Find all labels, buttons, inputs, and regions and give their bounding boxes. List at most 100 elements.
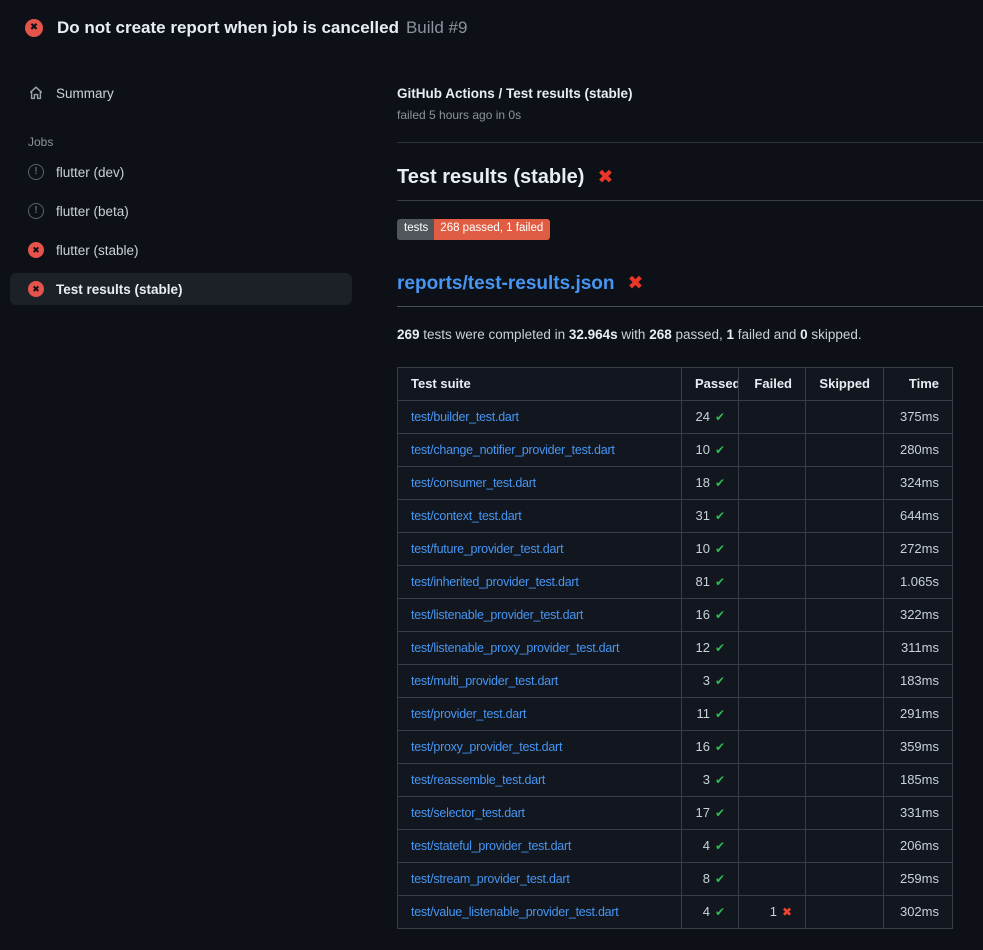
skipped-value — [806, 796, 884, 829]
test-suite-link[interactable]: test/value_listenable_provider_test.dart — [411, 905, 619, 919]
table-row: test/builder_test.dart 24✔ 375ms — [398, 400, 953, 433]
time-value: 324ms — [884, 466, 953, 499]
table-row: test/provider_test.dart 11✔ 291ms — [398, 697, 953, 730]
time-value: 311ms — [884, 631, 953, 664]
cancelled-icon: ! — [28, 203, 44, 219]
sidebar-item-label: flutter (beta) — [56, 204, 129, 219]
summary-text: failed and — [734, 327, 800, 342]
table-row: test/context_test.dart 31✔ 644ms — [398, 499, 953, 532]
check-icon: ✔ — [715, 575, 725, 589]
skipped-value — [806, 664, 884, 697]
tests-badge: tests 268 passed, 1 failed — [397, 219, 550, 240]
table-row: test/inherited_provider_test.dart 81✔ 1.… — [398, 565, 953, 598]
table-row: test/value_listenable_provider_test.dart… — [398, 895, 953, 928]
check-icon: ✔ — [715, 608, 725, 622]
report-heading: reports/test-results.json ✖ — [397, 273, 983, 307]
table-header-row: Test suite Passed Failed Skipped Time — [398, 367, 953, 400]
skipped-value — [806, 499, 884, 532]
check-icon: ✔ — [715, 707, 725, 721]
check-icon: ✔ — [715, 641, 725, 655]
table-row: test/stream_provider_test.dart 8✔ 259ms — [398, 862, 953, 895]
passed-value: 4 — [703, 904, 710, 919]
run-title: Do not create report when job is cancell… — [57, 18, 399, 38]
check-icon: ✔ — [715, 509, 725, 523]
test-suite-link[interactable]: test/proxy_provider_test.dart — [411, 740, 562, 754]
test-suite-link[interactable]: test/consumer_test.dart — [411, 476, 536, 490]
time-value: 183ms — [884, 664, 953, 697]
sidebar-item-test-results-stable[interactable]: ✖ Test results (stable) — [10, 273, 352, 305]
time-value: 331ms — [884, 796, 953, 829]
table-row: test/listenable_provider_test.dart 16✔ 3… — [398, 598, 953, 631]
skipped-value — [806, 730, 884, 763]
sidebar-item-label: Summary — [56, 86, 114, 101]
passed-value: 3 — [703, 772, 710, 787]
summary-text: with — [618, 327, 650, 342]
time-value: 272ms — [884, 532, 953, 565]
column-header-time: Time — [884, 367, 953, 400]
total-count: 269 — [397, 327, 420, 342]
skipped-value — [806, 466, 884, 499]
table-row: test/proxy_provider_test.dart 16✔ 359ms — [398, 730, 953, 763]
passed-value: 4 — [703, 838, 710, 853]
skipped-value — [806, 895, 884, 928]
test-suite-link[interactable]: test/change_notifier_provider_test.dart — [411, 443, 615, 457]
time-value: 302ms — [884, 895, 953, 928]
skipped-value — [806, 532, 884, 565]
skipped-value — [806, 829, 884, 862]
skipped-value — [806, 400, 884, 433]
skipped-value — [806, 763, 884, 796]
time-value: 206ms — [884, 829, 953, 862]
test-suite-link[interactable]: test/stream_provider_test.dart — [411, 872, 570, 886]
test-suite-link[interactable]: test/inherited_provider_test.dart — [411, 575, 579, 589]
column-header-passed: Passed — [682, 367, 739, 400]
sidebar-item-flutter-dev[interactable]: ! flutter (dev) — [10, 156, 352, 188]
test-suite-link[interactable]: test/listenable_provider_test.dart — [411, 608, 583, 622]
test-suite-link[interactable]: test/reassemble_test.dart — [411, 773, 545, 787]
jobs-section-label: Jobs — [28, 135, 380, 149]
table-row: test/reassemble_test.dart 3✔ 185ms — [398, 763, 953, 796]
skipped-value — [806, 631, 884, 664]
time-value: 375ms — [884, 400, 953, 433]
test-suite-link[interactable]: test/provider_test.dart — [411, 707, 526, 721]
passed-value: 17 — [695, 805, 709, 820]
sidebar-item-flutter-stable[interactable]: ✖ flutter (stable) — [10, 234, 352, 266]
sidebar-item-flutter-beta[interactable]: ! flutter (beta) — [10, 195, 352, 227]
passed-value: 10 — [695, 541, 709, 556]
column-header-failed: Failed — [739, 367, 806, 400]
x-glyph: ✖ — [30, 23, 38, 33]
section-title: Test results (stable) — [397, 166, 584, 189]
passed-value: 10 — [695, 442, 709, 457]
column-header-skipped: Skipped — [806, 367, 884, 400]
passed-value: 31 — [695, 508, 709, 523]
run-status-text: failed 5 hours ago in 0s — [397, 108, 983, 122]
sidebar-item-label: flutter (stable) — [56, 243, 139, 258]
time-value: 291ms — [884, 697, 953, 730]
test-suite-link[interactable]: test/future_provider_test.dart — [411, 542, 563, 556]
skipped-value — [806, 565, 884, 598]
section-heading: Test results (stable) ✖ — [397, 166, 983, 201]
test-summary-text: 269 tests were completed in 32.964s with… — [397, 327, 983, 342]
check-icon: ✔ — [715, 410, 725, 424]
failed-value: 1 — [770, 904, 777, 919]
report-file-link[interactable]: reports/test-results.json — [397, 273, 615, 295]
time-value: 322ms — [884, 598, 953, 631]
test-suite-link[interactable]: test/context_test.dart — [411, 509, 522, 523]
sidebar-item-label: Test results (stable) — [56, 282, 183, 297]
table-row: test/change_notifier_provider_test.dart … — [398, 433, 953, 466]
test-suite-link[interactable]: test/builder_test.dart — [411, 410, 519, 424]
check-icon: ✔ — [715, 773, 725, 787]
sidebar-item-label: flutter (dev) — [56, 165, 124, 180]
test-suite-link[interactable]: test/listenable_proxy_provider_test.dart — [411, 641, 619, 655]
passed-value: 12 — [695, 640, 709, 655]
failed-x-icon: ✖ — [628, 274, 644, 293]
table-row: test/selector_test.dart 17✔ 331ms — [398, 796, 953, 829]
test-suite-link[interactable]: test/selector_test.dart — [411, 806, 525, 820]
test-suite-link[interactable]: test/multi_provider_test.dart — [411, 674, 558, 688]
results-table: Test suite Passed Failed Skipped Time te… — [397, 367, 953, 929]
run-build-number: Build #9 — [406, 18, 467, 38]
test-suite-link[interactable]: test/stateful_provider_test.dart — [411, 839, 571, 853]
sidebar-item-summary[interactable]: Summary — [10, 77, 352, 109]
summary-text: skipped. — [808, 327, 862, 342]
check-icon: ✔ — [715, 542, 725, 556]
time-value: 1.065s — [884, 565, 953, 598]
